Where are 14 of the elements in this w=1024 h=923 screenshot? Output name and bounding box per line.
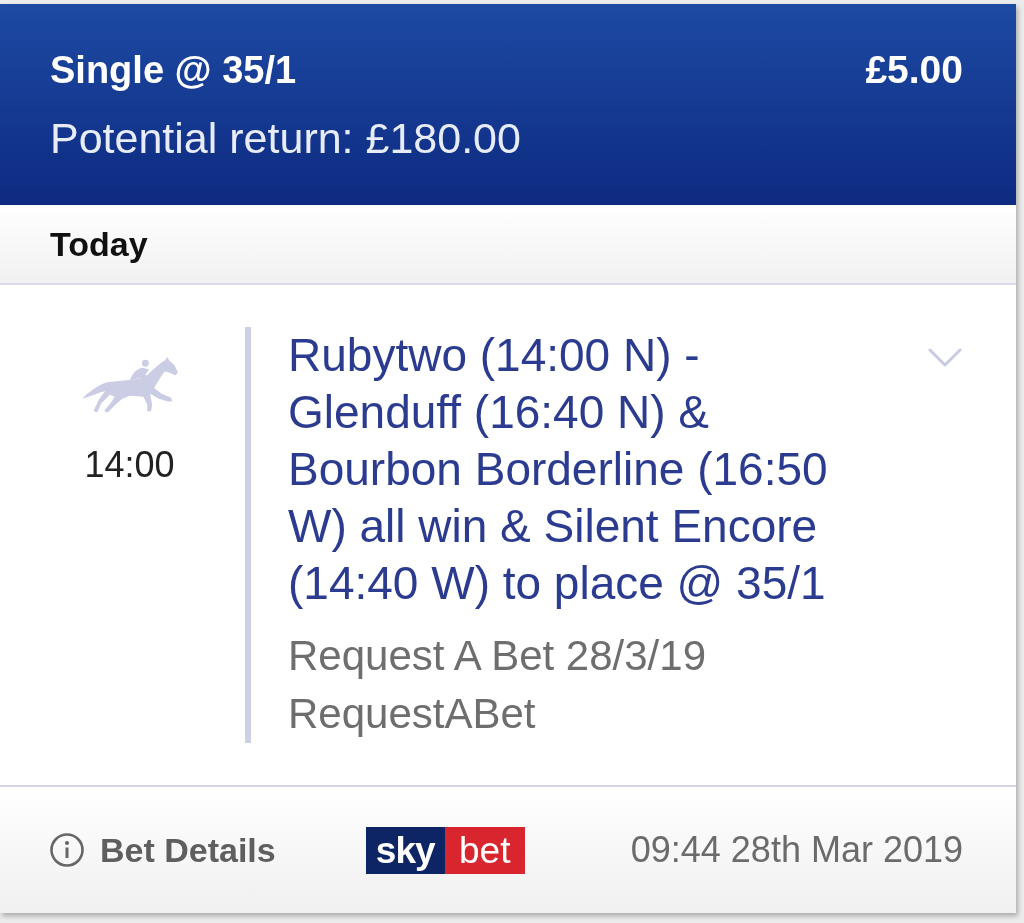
bet-selection-text: Rubytwo (14:00 N) - Glenduff (16:40 N) & Bourbon Borderline (16:50 W) all win & Silent Encore (14:40 W) to place @ 35/1 — [288, 328, 829, 611]
bet-details-link[interactable]: Bet Details — [50, 830, 276, 870]
market-name: Request A Bet 28/3/19 — [288, 631, 707, 681]
race-time: 14:00 — [84, 443, 175, 487]
stake-amount: £5.00 — [865, 47, 963, 93]
logo-tile: sky — [365, 826, 445, 874]
bet-type-title: Single @ 35/1 — [50, 48, 297, 93]
day-heading: Today — [50, 224, 148, 264]
info-icon — [50, 833, 84, 867]
potential-return-text: Potential return: £180.00 — [50, 113, 522, 163]
logo-tile: bet — [444, 826, 525, 874]
placed-date-time: 09:44 28th Mar 2019 — [630, 829, 963, 871]
event-name: RequestABet — [288, 689, 537, 739]
chevron-icon[interactable] — [928, 348, 962, 368]
